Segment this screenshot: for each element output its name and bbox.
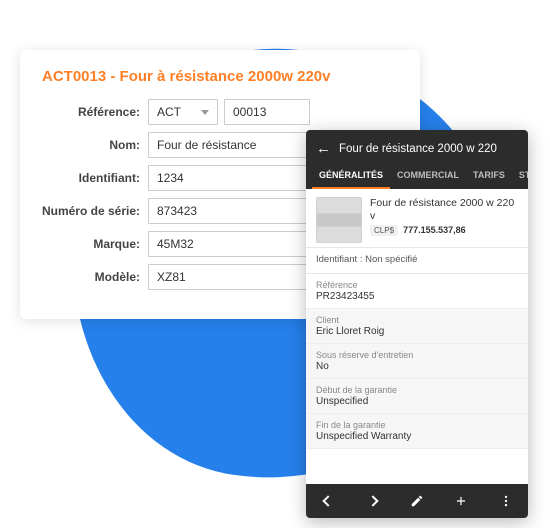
label-modele: Modèle: [38,270,148,284]
section-reference-label: Référence [316,280,518,290]
reference-number-input[interactable] [224,99,310,125]
pencil-icon [410,494,424,508]
summary-title: Four de résistance 2000 w 220 v [370,197,518,223]
section-client-value: Eric Lloret Roig [316,326,518,337]
section-warranty-end-value: Unspecified Warranty [316,431,518,442]
section-warranty-end-label: Fin de la garantie [316,420,518,430]
section-maintenance: Sous réserve d'entretien No [306,344,528,379]
section-warranty-start-label: Début de la garantie [316,385,518,395]
tab-commercial[interactable]: COMMERCIAL [390,163,466,189]
mobile-preview: ← Four de résistance 2000 w 220 GÉNÉRALI… [306,130,528,518]
tab-stock[interactable]: STOCK [512,163,528,189]
label-serie: Numéro de série: [38,204,148,218]
tab-generalites[interactable]: GÉNÉRALITÉS [312,163,390,189]
section-maintenance-label: Sous réserve d'entretien [316,350,518,360]
section-maintenance-value: No [316,361,518,372]
price-value: 777.155.537,86 [403,225,466,235]
back-arrow-icon[interactable]: ← [316,140,331,157]
reference-prefix-value: ACT [157,105,181,119]
tab-tarifs[interactable]: TARIFS [466,163,512,189]
section-warranty-start: Début de la garantie Unspecified [306,379,528,414]
mobile-body: Four de résistance 2000 w 220 v CLP$ 777… [306,189,528,484]
more-button[interactable] [484,494,528,508]
summary-text: Four de résistance 2000 w 220 v CLP$ 777… [370,197,518,243]
section-reference: Référence PR23423455 [306,274,528,309]
mobile-summary: Four de résistance 2000 w 220 v CLP$ 777… [306,189,528,248]
more-vert-icon [499,494,513,508]
mobile-tabs: GÉNÉRALITÉS COMMERCIAL TARIFS STOCK [306,163,528,189]
chevron-down-icon [201,110,209,115]
prev-button[interactable] [306,497,350,505]
mobile-footer [306,484,528,518]
section-reference-value: PR23423455 [316,291,518,302]
label-marque: Marque: [38,237,148,251]
section-client: Client Eric Lloret Roig [306,309,528,344]
mobile-title: Four de résistance 2000 w 220 [339,143,497,155]
label-reference: Référence: [38,105,148,119]
mobile-header: ← Four de résistance 2000 w 220 [306,130,528,163]
card-title: ACT0013 - Four à résistance 2000w 220v [42,68,402,85]
row-reference: Référence: ACT [38,99,402,125]
identifiant-line: Identifiant : Non spécifié [306,248,528,274]
section-warranty-end: Fin de la garantie Unspecified Warranty [306,414,528,449]
product-thumbnail [316,197,362,243]
section-warranty-start-value: Unspecified [316,396,518,407]
label-identifiant: Identifiant: [38,171,148,185]
chevron-left-icon [323,495,334,506]
reference-prefix-select[interactable]: ACT [148,99,218,125]
edit-button[interactable] [395,494,439,508]
add-button[interactable] [439,494,483,508]
currency-badge: CLP$ [370,225,398,236]
section-client-label: Client [316,315,518,325]
chevron-right-icon [367,495,378,506]
next-button[interactable] [350,497,394,505]
label-nom: Nom: [38,138,148,152]
plus-icon [454,494,468,508]
